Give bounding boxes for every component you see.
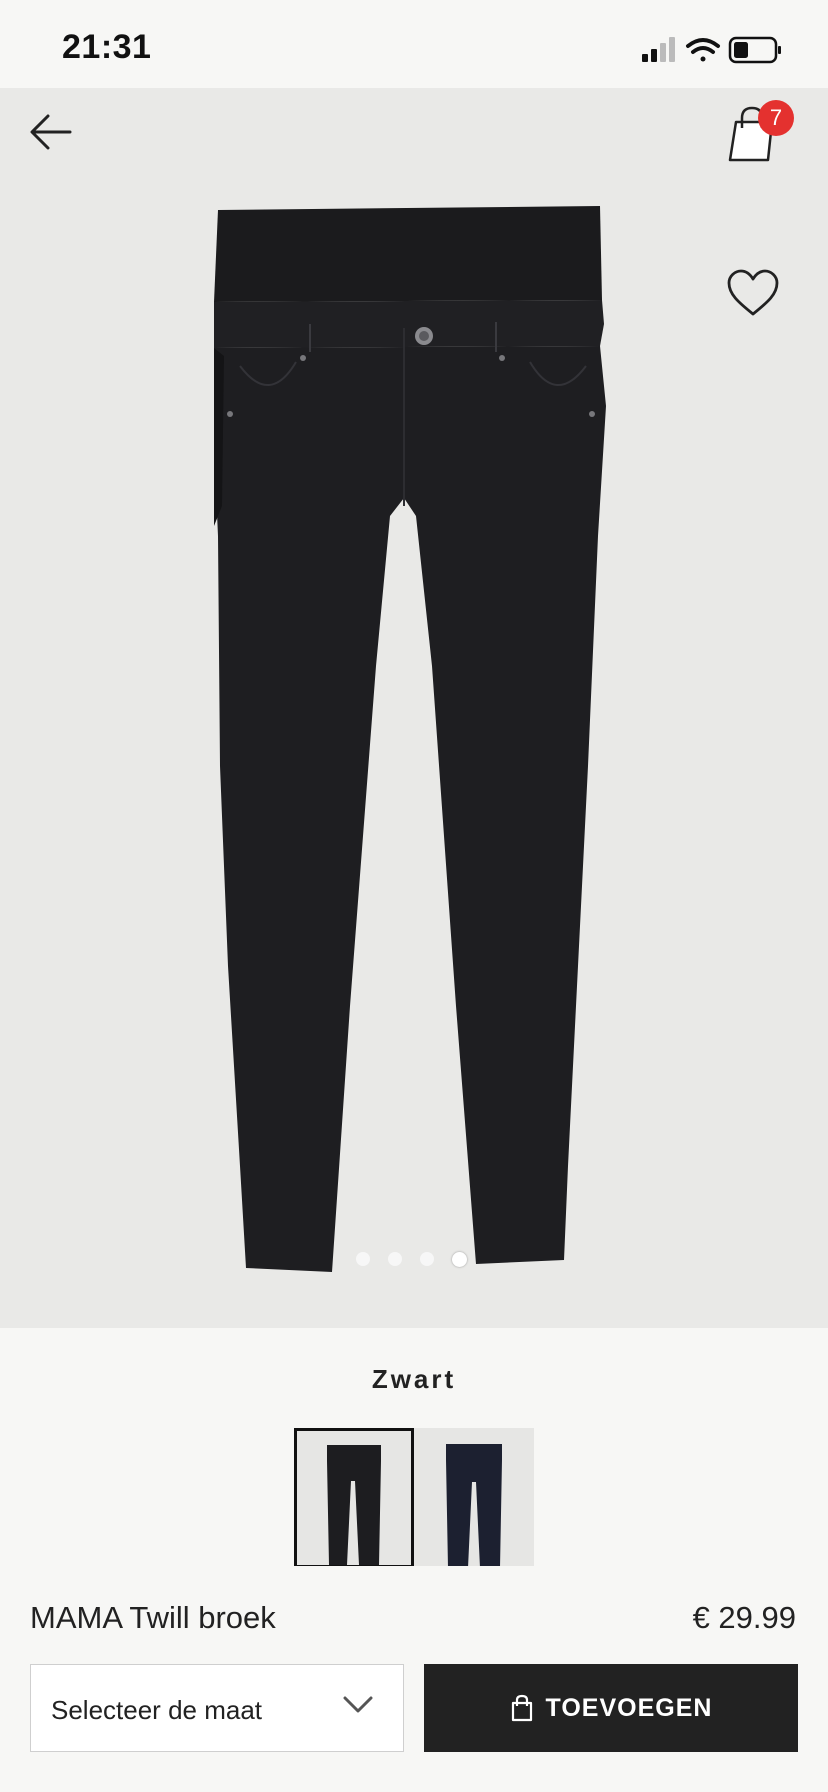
product-price: € 29.99 (692, 1600, 796, 1635)
signal-icon (642, 37, 675, 62)
cart-count-badge: 7 (758, 100, 794, 136)
product-name: MAMA Twill broek (30, 1600, 276, 1635)
shopping-bag-button[interactable]: 7 (724, 100, 794, 164)
gallery-pagination (356, 1252, 467, 1267)
selected-color-name: Zwart (371, 1364, 457, 1394)
back-button[interactable] (28, 108, 76, 156)
chevron-down-icon (343, 1696, 373, 1713)
arrow-left-icon (30, 114, 72, 150)
wifi-icon (686, 38, 720, 62)
favorite-button[interactable] (726, 268, 780, 318)
add-to-bag-button[interactable]: TOEVOEGEN (424, 1664, 798, 1752)
gallery-dot[interactable] (356, 1252, 370, 1266)
gallery-dot[interactable] (420, 1252, 434, 1266)
product-image-gallery[interactable]: 7 (0, 88, 828, 1328)
product-photo (200, 206, 620, 1296)
purchase-bar: MAMA Twill broek € 29.99 Selecteer de ma… (0, 1566, 828, 1792)
add-to-bag-label: TOEVOEGEN (545, 1693, 713, 1722)
battery-icon (728, 36, 781, 64)
shopping-bag-icon (511, 1694, 532, 1722)
gallery-dot[interactable] (388, 1252, 402, 1266)
status-bar: 21:31 (0, 0, 828, 88)
size-select-label: Selecteer de maat (51, 1695, 263, 1725)
color-swatch-black[interactable] (294, 1428, 414, 1568)
status-icons (618, 34, 798, 66)
size-select[interactable]: Selecteer de maat (30, 1664, 404, 1752)
heart-icon (727, 269, 779, 316)
gallery-dot-active[interactable] (452, 1252, 467, 1267)
status-time: 21:31 (62, 28, 152, 66)
color-swatch-navy[interactable] (414, 1428, 534, 1568)
